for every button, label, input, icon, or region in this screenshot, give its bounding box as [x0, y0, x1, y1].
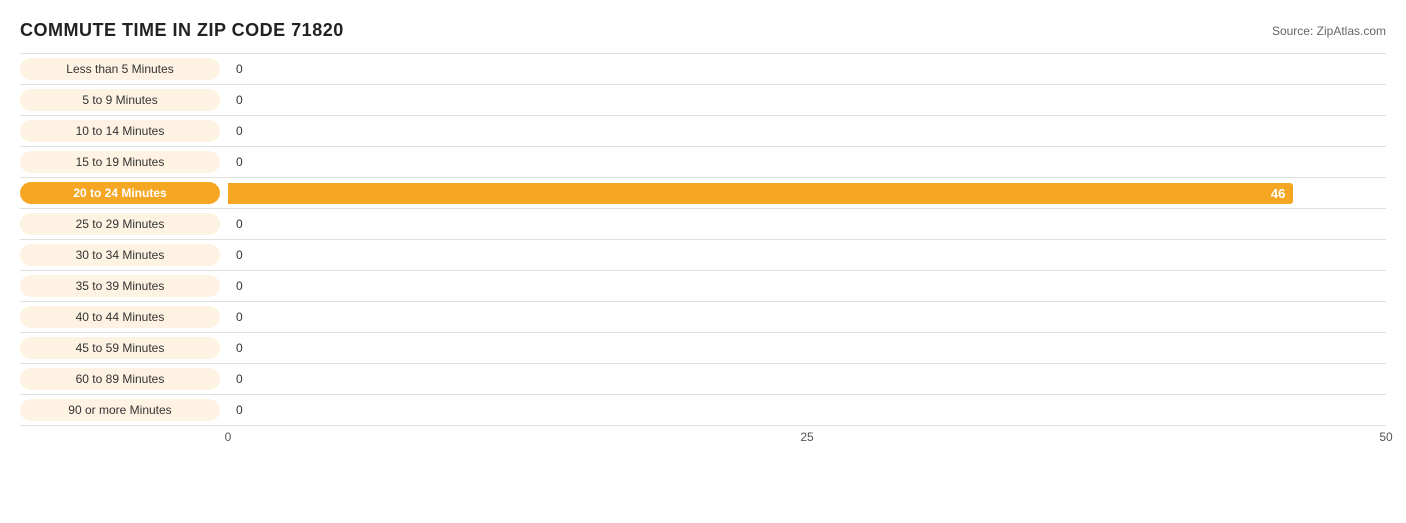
bar-row: 35 to 39 Minutes 0 [20, 271, 1386, 302]
bar-row: Less than 5 Minutes 0 [20, 53, 1386, 85]
bar-track: 0 [228, 147, 1386, 177]
bar-zero-value: 0 [236, 217, 243, 231]
bar-label: 30 to 34 Minutes [20, 244, 220, 266]
bar-zero-value: 0 [236, 93, 243, 107]
bar-track: 0 [228, 116, 1386, 146]
bar-zero-value: 0 [236, 62, 243, 76]
bars-section: Less than 5 Minutes05 to 9 Minutes010 to… [20, 53, 1386, 426]
bar-zero-value: 0 [236, 124, 243, 138]
bar-zero-value: 0 [236, 403, 243, 417]
bar-label: 5 to 9 Minutes [20, 89, 220, 111]
bar-track: 0 [228, 302, 1386, 332]
chart-source: Source: ZipAtlas.com [1272, 24, 1386, 38]
bar-label: 90 or more Minutes [20, 399, 220, 421]
bar-label: 40 to 44 Minutes [20, 306, 220, 328]
bar-row: 10 to 14 Minutes 0 [20, 116, 1386, 147]
bar-fill: 46 [228, 183, 1293, 204]
bar-zero-value: 0 [236, 310, 243, 324]
bar-track: 0 [228, 54, 1386, 84]
bar-row: 15 to 19 Minutes 0 [20, 147, 1386, 178]
bar-track: 0 [228, 85, 1386, 115]
bar-track: 0 [228, 209, 1386, 239]
bar-label: 45 to 59 Minutes [20, 337, 220, 359]
bar-row: 30 to 34 Minutes 0 [20, 240, 1386, 271]
bar-label: 60 to 89 Minutes [20, 368, 220, 390]
bar-label: 35 to 39 Minutes [20, 275, 220, 297]
chart-header: COMMUTE TIME IN ZIP CODE 71820 Source: Z… [20, 20, 1386, 41]
bar-zero-value: 0 [236, 372, 243, 386]
bar-track: 0 [228, 240, 1386, 270]
x-axis-tick: 0 [225, 430, 232, 444]
bar-row: 60 to 89 Minutes 0 [20, 364, 1386, 395]
bar-row: 20 to 24 Minutes 46 [20, 178, 1386, 209]
x-axis-tick: 25 [800, 430, 813, 444]
bar-track: 0 [228, 333, 1386, 363]
bar-label: Less than 5 Minutes [20, 58, 220, 80]
x-axis: 02550 [228, 430, 1386, 455]
bar-zero-value: 0 [236, 248, 243, 262]
bar-row: 90 or more Minutes 0 [20, 395, 1386, 426]
bar-row: 25 to 29 Minutes 0 [20, 209, 1386, 240]
bar-label: 15 to 19 Minutes [20, 151, 220, 173]
chart-container: COMMUTE TIME IN ZIP CODE 71820 Source: Z… [0, 0, 1406, 523]
bar-track: 0 [228, 395, 1386, 425]
chart-title: COMMUTE TIME IN ZIP CODE 71820 [20, 20, 344, 41]
bar-track: 0 [228, 271, 1386, 301]
bar-value-label: 46 [1271, 186, 1285, 201]
bar-track: 46 [228, 178, 1386, 208]
bar-label: 10 to 14 Minutes [20, 120, 220, 142]
bar-zero-value: 0 [236, 341, 243, 355]
bar-label: 25 to 29 Minutes [20, 213, 220, 235]
bar-label: 20 to 24 Minutes [20, 182, 220, 204]
bar-row: 5 to 9 Minutes 0 [20, 85, 1386, 116]
bar-row: 40 to 44 Minutes 0 [20, 302, 1386, 333]
bar-zero-value: 0 [236, 155, 243, 169]
bar-row: 45 to 59 Minutes 0 [20, 333, 1386, 364]
bar-track: 0 [228, 364, 1386, 394]
x-axis-tick: 50 [1379, 430, 1392, 444]
chart-area: Less than 5 Minutes05 to 9 Minutes010 to… [20, 53, 1386, 456]
bar-zero-value: 0 [236, 279, 243, 293]
